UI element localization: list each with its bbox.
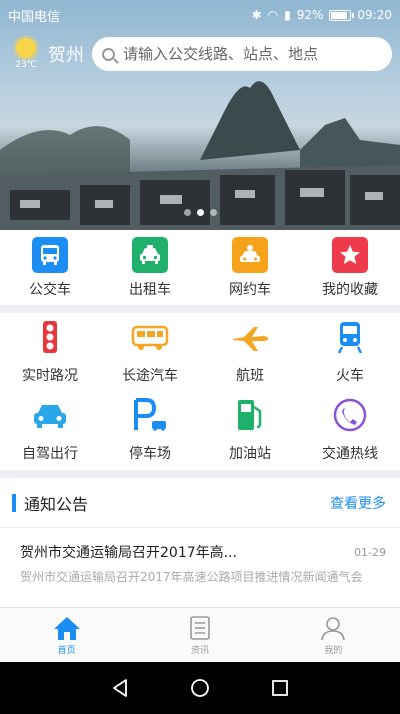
service-traffic-light[interactable]: 实时路况 — [0, 313, 100, 391]
notice-accent-bar — [12, 493, 16, 512]
notice-panel: 通知公告 查看更多 贺州市交通运输局召开2017年高... 01-29 贺州市交… — [0, 478, 400, 607]
star-icon — [332, 236, 368, 273]
service-star[interactable]: 我的收藏 — [300, 230, 400, 305]
train-icon — [332, 319, 368, 359]
clock: 09:20 — [357, 8, 392, 22]
service-phone[interactable]: 交通热线 — [300, 391, 400, 469]
service-label: 网约车 — [229, 281, 271, 298]
system-navigation-bar — [0, 662, 400, 714]
service-bus[interactable]: 公交车 — [0, 230, 100, 305]
carousel-dots — [0, 209, 400, 216]
airplane-icon — [230, 319, 270, 359]
city-selector[interactable]: 贺州 — [48, 41, 84, 67]
user-icon — [321, 616, 346, 640]
gas-station-icon — [232, 397, 268, 437]
coach-icon — [130, 319, 170, 359]
tab-news-label: 资讯 — [190, 645, 209, 656]
wifi-icon: ◠ — [267, 8, 279, 22]
service-label: 我的收藏 — [322, 281, 378, 298]
notice-header: 通知公告 查看更多 — [0, 478, 400, 528]
tab-home-label: 首页 — [57, 645, 76, 656]
service-label: 交通热线 — [322, 446, 378, 462]
service-coach[interactable]: 长途汽车 — [100, 313, 200, 391]
city-label: 贺州 — [48, 45, 84, 66]
service-train[interactable]: 火车 — [300, 313, 400, 391]
sun-icon — [16, 38, 36, 58]
traffic-light-icon — [32, 319, 68, 359]
service-airplane[interactable]: 航班 — [200, 313, 300, 391]
primary-services: 公交车 出租车 网约车 我的收藏 — [0, 230, 400, 305]
status-bar: 中国电信 ✱ ◠ ▮ 92% 09:20 — [0, 0, 400, 30]
notice-date: 01-29 — [354, 545, 386, 559]
home-icon — [53, 616, 80, 640]
battery-percent: 92% — [296, 8, 324, 22]
service-ride-hailing[interactable]: 网约车 — [200, 230, 300, 305]
recent-apps-icon[interactable] — [269, 677, 291, 699]
service-label: 出租车 — [129, 281, 171, 298]
service-label: 加油站 — [229, 446, 271, 462]
search-bar[interactable] — [92, 37, 392, 71]
home-button-icon[interactable] — [189, 677, 211, 699]
taxi-icon — [132, 236, 168, 273]
temperature: 23℃ — [15, 60, 37, 70]
bus-icon — [32, 236, 68, 273]
service-parking[interactable]: 停车场 — [100, 391, 200, 469]
ride-hailing-icon — [232, 236, 268, 273]
view-more-link[interactable]: 查看更多 — [330, 493, 386, 513]
service-car[interactable]: 自驾出行 — [0, 391, 100, 469]
notice-item[interactable]: 贺州市交通运输局召开2017年高... 01-29 贺州市交通运输局召开2017… — [0, 528, 400, 586]
service-label: 火车 — [336, 368, 364, 384]
service-taxi[interactable]: 出租车 — [100, 230, 200, 305]
news-icon — [190, 615, 210, 640]
parking-icon — [130, 397, 170, 437]
bluetooth-icon: ✱ — [251, 8, 262, 22]
tab-profile-label: 我的 — [324, 645, 343, 656]
service-label: 航班 — [236, 368, 264, 384]
carrier-label: 中国电信 — [8, 9, 61, 25]
notice-headline: 贺州市交通运输局召开2017年高... — [20, 545, 237, 561]
service-label: 长途汽车 — [122, 368, 178, 384]
search-icon — [102, 47, 115, 61]
service-label: 实时路况 — [22, 368, 78, 384]
back-icon[interactable] — [109, 677, 131, 699]
carousel-dot[interactable] — [183, 209, 191, 216]
notice-summary: 贺州市交通运输局召开2017年高速公路项目推进情况新闻通气会 — [20, 570, 363, 584]
service-label: 停车场 — [129, 446, 171, 462]
signal-icon: ▮ — [284, 8, 291, 22]
service-label: 自驾出行 — [22, 446, 78, 462]
bottom-tab-bar: 首页 资讯 我的 — [0, 607, 400, 662]
service-gas-station[interactable]: 加油站 — [200, 391, 300, 469]
search-input[interactable] — [123, 45, 382, 63]
weather-widget[interactable]: 23℃ — [8, 38, 44, 70]
notice-title: 通知公告 — [24, 494, 89, 514]
top-bar: 23℃ 贺州 — [0, 34, 400, 74]
carousel-dot[interactable] — [196, 209, 204, 216]
tab-profile[interactable]: 我的 — [267, 608, 400, 662]
car-icon — [30, 397, 70, 437]
tab-home[interactable]: 首页 — [0, 608, 133, 662]
service-label: 公交车 — [29, 281, 71, 298]
secondary-services: 实时路况 长途汽车 航班 火车自驾出行 停车场 加油站 交通热线 — [0, 313, 400, 470]
carousel-dot[interactable] — [209, 209, 217, 216]
phone-icon — [332, 397, 368, 437]
battery-icon — [329, 9, 355, 21]
tab-news[interactable]: 资讯 — [133, 608, 266, 662]
